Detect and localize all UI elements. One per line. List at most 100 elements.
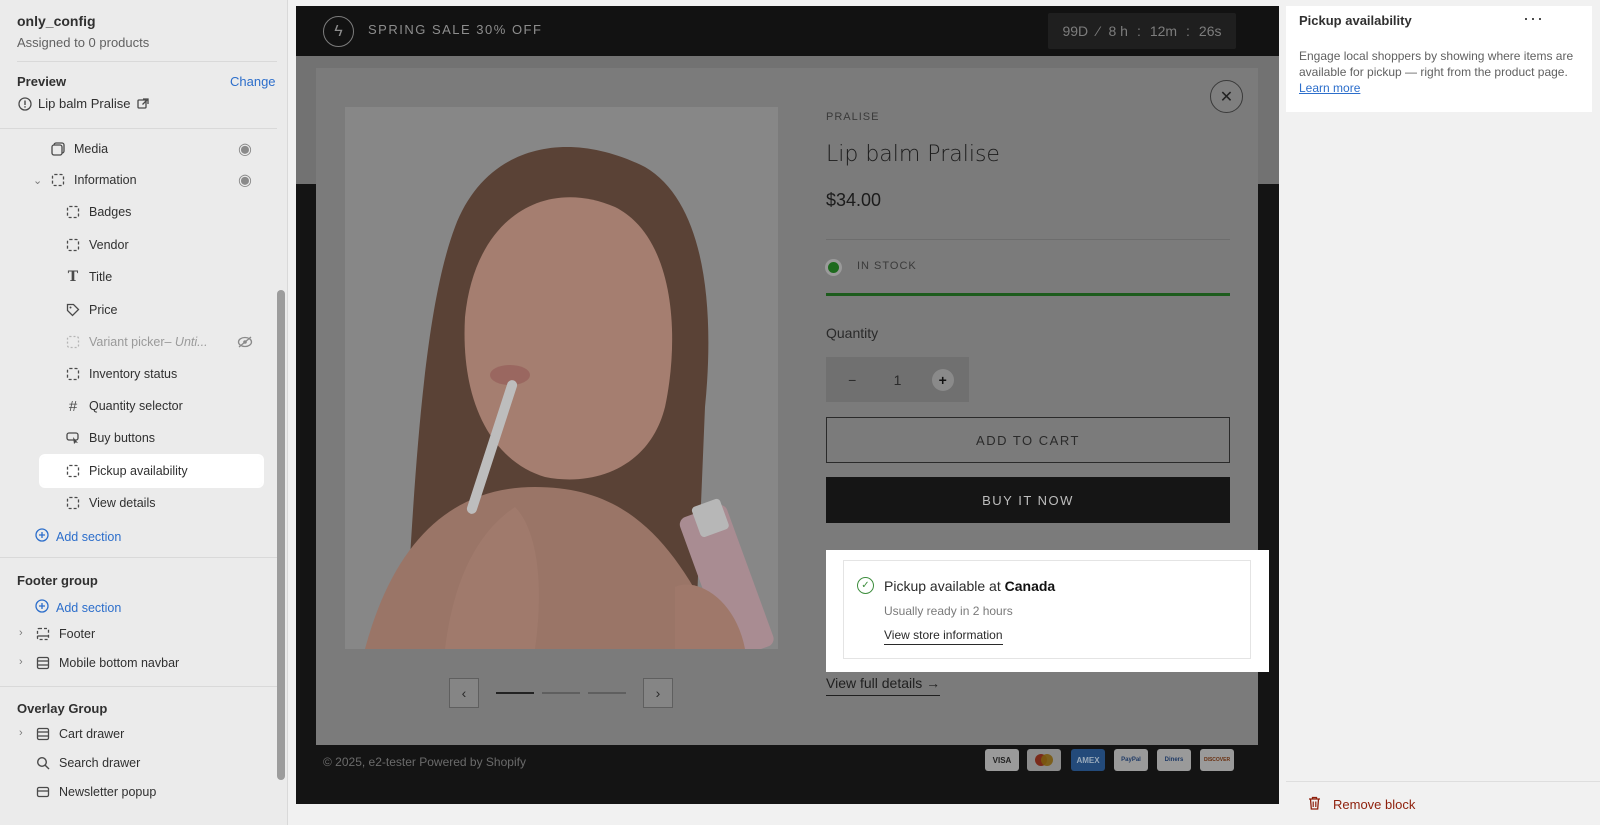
tree-item-price[interactable]: Price — [65, 296, 117, 324]
pickup-availability-highlight[interactable]: ✓ Pickup available at Canada Usually rea… — [826, 550, 1269, 672]
product-title: Lip balm Pralise — [826, 142, 1000, 167]
popup-icon — [35, 784, 51, 800]
block-description: Engage local shoppers by showing where i… — [1299, 48, 1583, 96]
learn-more-link[interactable]: Learn more — [1299, 81, 1360, 95]
product-photo-illustration — [345, 107, 778, 649]
minus-button[interactable]: − — [841, 369, 863, 391]
eye-icon[interactable]: ◉ — [236, 140, 254, 158]
prev-image-button[interactable]: ‹ — [449, 678, 479, 708]
tree-item-label: Mobile bottom navbar — [59, 656, 180, 670]
tree-item-badges[interactable]: Badges — [65, 198, 131, 226]
tree-item-quantity-selector[interactable]: # Quantity selector — [65, 392, 183, 420]
tree-item-label: Quantity selector — [89, 399, 183, 413]
payment-label: DISCOVER — [1203, 757, 1231, 763]
template-assignment: Assigned to 0 products — [17, 35, 150, 50]
text-icon: T — [67, 269, 79, 285]
announcement-text: SPRING SALE 30% OFF — [368, 22, 543, 37]
mastercard-icon — [1027, 749, 1061, 771]
tree-item-search-drawer[interactable]: Search drawer — [35, 749, 140, 777]
external-link-icon[interactable] — [136, 97, 149, 110]
countdown-sep: : — [1186, 23, 1190, 39]
quantity-label: Quantity — [826, 325, 879, 341]
sidebar-scrollbar[interactable] — [277, 290, 285, 780]
media-icon — [50, 141, 66, 157]
preview-product[interactable]: Lip balm Pralise — [18, 96, 149, 111]
tree-item-newsletter-popup[interactable]: Newsletter popup — [35, 778, 156, 806]
product-image — [345, 107, 778, 649]
hashtag-icon: # — [68, 397, 78, 415]
section-icon — [35, 655, 51, 671]
pickup-ready-time: Usually ready in 2 hours — [884, 604, 1013, 618]
countdown-seconds: 26s — [1198, 23, 1222, 39]
chevron-right-icon[interactable]: › — [19, 656, 23, 668]
theme-editor: only_config Assigned to 0 products Previ… — [0, 0, 1600, 825]
tree-item-view-details[interactable]: View details — [65, 489, 155, 517]
more-actions-icon[interactable]: ··· — [1523, 8, 1544, 29]
block-title: Pickup availability — [1299, 13, 1412, 28]
divider — [0, 557, 277, 558]
lightning-icon: ϟ — [323, 16, 354, 47]
check-circle-icon: ✓ — [857, 577, 874, 594]
countdown-sep: : — [1136, 23, 1141, 39]
pickup-location: Canada — [1004, 578, 1056, 594]
tree-item-title[interactable]: T Title — [65, 263, 112, 291]
tree-item-label: View details — [89, 496, 156, 510]
tree-item-label: Information — [74, 173, 137, 187]
quantity-stepper: − 1 + — [826, 357, 969, 402]
carousel-dot[interactable] — [542, 692, 580, 694]
block-info-card: Pickup availability ··· Engage local sho… — [1286, 6, 1592, 112]
buy-it-now-button[interactable]: BUY IT NOW — [826, 477, 1230, 523]
remove-block-label: Remove block — [1333, 797, 1416, 812]
announcement-bar: ϟ SPRING SALE 30% OFF 99D ⁄ 8 h : 12m : … — [296, 6, 1279, 56]
section-icon — [35, 626, 51, 642]
tree-item-inventory-status[interactable]: Inventory status — [65, 360, 177, 388]
add-section-label: Add section — [56, 600, 122, 615]
chevron-down-icon[interactable]: ⌄ — [33, 174, 42, 187]
tree-item-label: Badges — [89, 205, 132, 219]
tree-item-label: Buy buttons — [89, 431, 156, 445]
remove-block-button[interactable]: Remove block — [1308, 796, 1415, 813]
template-name: only_config — [17, 13, 96, 29]
payment-label: Diners — [1164, 757, 1184, 763]
add-section-button[interactable]: Add section — [35, 528, 121, 545]
tree-item-information[interactable]: Information — [50, 166, 137, 194]
view-full-details-link[interactable]: View full details → — [826, 675, 941, 696]
carousel-dot[interactable] — [588, 692, 626, 694]
tree-item-cart-drawer[interactable]: Cart drawer — [35, 720, 124, 748]
tree-item-pickup-availability[interactable]: Pickup availability — [65, 457, 188, 485]
change-preview-link[interactable]: Change — [230, 74, 276, 89]
close-icon: ✕ — [1219, 88, 1234, 106]
carousel-dot-active[interactable] — [496, 692, 534, 694]
chevron-right-icon[interactable]: › — [19, 727, 23, 739]
view-store-info-link[interactable]: View store information — [884, 628, 1003, 645]
tree-item-buy-buttons[interactable]: Buy buttons — [65, 424, 155, 452]
block-icon — [65, 463, 81, 479]
tree-item-footer[interactable]: Footer — [35, 620, 95, 648]
eye-hidden-icon[interactable] — [236, 333, 254, 351]
tree-item-mobile-navbar[interactable]: Mobile bottom navbar — [35, 649, 179, 677]
copyright-text: © 2025, e2-tester Powered by Shopify — [323, 755, 526, 769]
plus-button[interactable]: + — [931, 368, 954, 391]
preview-product-name: Lip balm Pralise — [38, 96, 131, 111]
eye-icon[interactable]: ◉ — [236, 171, 254, 189]
quantity-value[interactable]: 1 — [894, 372, 902, 388]
button-cursor-icon — [65, 430, 81, 446]
tree-item-vendor[interactable]: Vendor — [65, 231, 129, 259]
divider — [0, 128, 277, 129]
pickup-availability-card: ✓ Pickup available at Canada Usually rea… — [843, 560, 1251, 659]
footer-group-heading: Footer group — [17, 573, 98, 588]
tree-item-media[interactable]: Media — [50, 135, 108, 163]
in-stock-dot-icon — [828, 262, 839, 273]
countdown-days: 99D — [1062, 23, 1089, 39]
tree-item-label: Variant picker — [89, 335, 165, 349]
tree-item-label: Title — [89, 270, 113, 284]
tree-item-label: Vendor — [89, 238, 129, 252]
plus-circle-icon — [35, 528, 49, 545]
add-section-button[interactable]: Add section — [35, 599, 121, 616]
tree-item-label: Inventory status — [89, 367, 178, 381]
chevron-right-icon[interactable]: › — [19, 627, 23, 639]
next-image-button[interactable]: › — [643, 678, 673, 708]
tree-item-variant-picker[interactable]: Variant picker – Unti... — [65, 328, 208, 356]
close-modal-button[interactable]: ✕ — [1210, 80, 1243, 113]
add-to-cart-button[interactable]: ADD TO CART — [826, 417, 1230, 463]
